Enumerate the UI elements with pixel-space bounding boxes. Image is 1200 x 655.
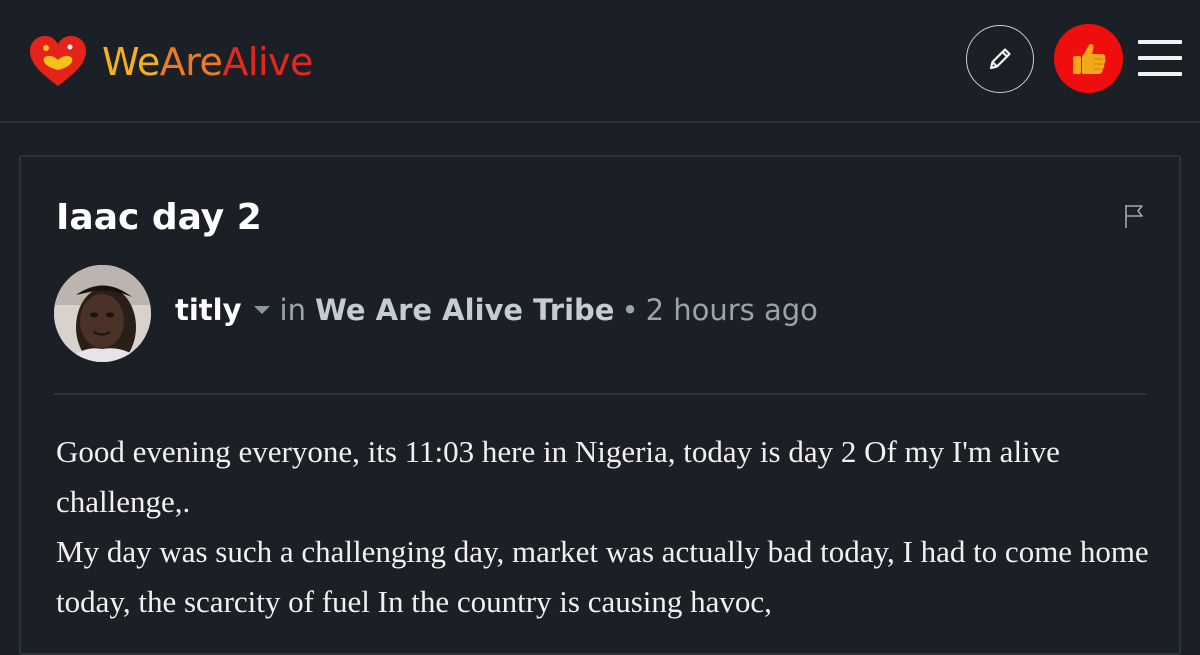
chevron-down-icon[interactable]: [253, 306, 270, 314]
thumbs-up-icon: [1072, 43, 1105, 74]
avatar-image: [54, 265, 151, 362]
post-card: Iaac day 2 titly in We Are Alive Tribe •…: [19, 155, 1181, 655]
flag-icon[interactable]: [1123, 203, 1145, 229]
top-bar: WeAreAlive: [0, 0, 1200, 123]
author-name[interactable]: titly: [175, 293, 242, 327]
brand-name-we: We: [102, 40, 160, 84]
heart-logo-icon: [30, 36, 86, 86]
site-logo[interactable]: WeAreAlive: [28, 34, 313, 90]
community-link[interactable]: We Are Alive Tribe: [315, 293, 615, 327]
author-avatar[interactable]: [54, 265, 151, 362]
meta-separator: •: [621, 293, 639, 327]
pencil-icon: [989, 48, 1011, 70]
menu-bar: [1138, 56, 1182, 60]
write-post-button[interactable]: [966, 25, 1034, 93]
in-label: in: [279, 293, 306, 327]
post-time[interactable]: 2 hours ago: [646, 293, 818, 327]
brand-name-are: Are: [159, 40, 223, 84]
post-body: Good evening everyone, its 11:03 here in…: [56, 427, 1156, 627]
hamburger-menu-icon[interactable]: [1138, 40, 1182, 76]
menu-bar: [1138, 72, 1182, 76]
post-meta: titly in We Are Alive Tribe • 2 hours ag…: [175, 293, 818, 327]
post-title[interactable]: Iaac day 2: [56, 197, 262, 238]
divider: [54, 393, 1147, 395]
post-paragraph: My day was such a challenging day, marke…: [56, 534, 1149, 619]
brand-name: WeAreAlive: [102, 40, 313, 84]
post-paragraph: Good evening everyone, its 11:03 here in…: [56, 434, 1060, 519]
brand-name-alive: Alive: [222, 40, 313, 84]
menu-bar: [1138, 40, 1182, 44]
like-button[interactable]: [1054, 24, 1123, 93]
